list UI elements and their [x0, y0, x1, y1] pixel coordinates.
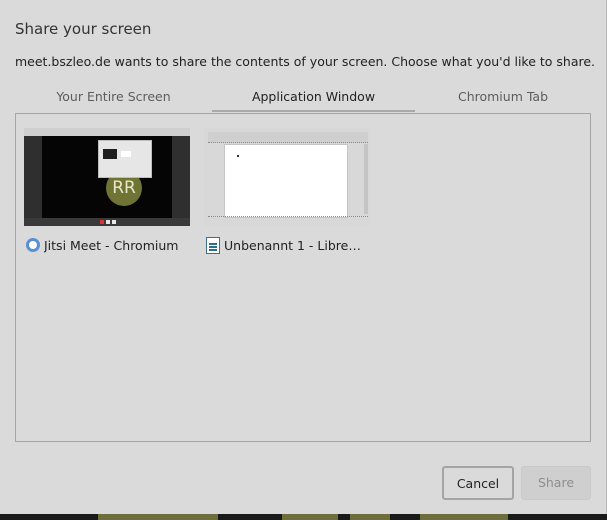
share-screen-dialog: Share your screen meet.bszleo.de wants t…	[0, 0, 607, 514]
thumbnail-text-cursor	[237, 155, 239, 157]
source-label: Unbenannt 1 - LibreOff...	[206, 236, 370, 254]
cancel-button[interactable]: Cancel	[442, 466, 514, 500]
source-type-tabs: Your Entire Screen Application Window Ch…	[15, 86, 591, 112]
thumbnail-document-page	[224, 144, 348, 218]
thumbnail-side-panel	[172, 136, 190, 218]
thumbnail-mini-button	[121, 151, 131, 157]
libreoffice-writer-icon	[206, 236, 220, 254]
camera-icon	[112, 220, 116, 224]
dialog-title: Share your screen	[15, 20, 152, 38]
mic-icon	[106, 220, 110, 224]
source-list-panel: RR Jitsi Meet - Chromium Unbenannt 1 - L…	[15, 113, 591, 442]
thumbnail-scrollbar	[364, 144, 368, 214]
dialog-description: meet.bszleo.de wants to share the conten…	[15, 54, 596, 69]
source-name: Jitsi Meet - Chromium	[44, 237, 179, 253]
source-label: Jitsi Meet - Chromium	[26, 236, 190, 254]
tab-chromium-tab[interactable]: Chromium Tab	[415, 86, 591, 110]
thumbnail-menu-bar	[208, 132, 368, 143]
chromium-icon	[26, 238, 40, 252]
background-shape	[420, 514, 508, 520]
window-thumbnail[interactable]	[204, 128, 370, 226]
tab-application-window[interactable]: Application Window	[212, 86, 415, 112]
background-window-strip	[0, 514, 607, 520]
background-shape	[350, 514, 390, 520]
thumbnail-mini-preview	[103, 149, 117, 159]
hangup-icon	[100, 220, 104, 224]
tab-entire-screen[interactable]: Your Entire Screen	[15, 86, 212, 110]
thumbnail-toolbar	[24, 218, 190, 226]
thumbnail-popup	[98, 140, 152, 178]
source-name: Unbenannt 1 - LibreOff...	[224, 237, 364, 253]
share-button: Share	[521, 466, 591, 500]
thumbnail-video-stage: RR	[42, 136, 172, 218]
thumbnail-status-bar	[208, 216, 368, 221]
thumbnail-side-panel	[24, 136, 42, 218]
background-shape	[282, 514, 338, 520]
thumbnail-browser-bar	[24, 128, 190, 136]
window-thumbnail[interactable]: RR	[24, 128, 190, 226]
background-shape	[98, 514, 218, 520]
